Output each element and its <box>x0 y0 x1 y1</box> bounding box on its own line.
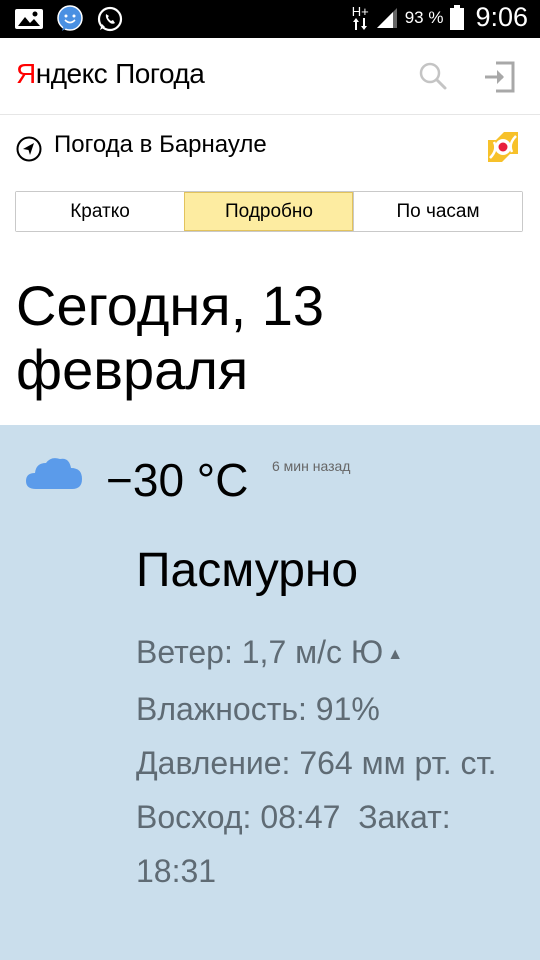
tab-brief[interactable]: Кратко <box>16 192 184 231</box>
app-bar: Яндекс Погода <box>0 38 540 115</box>
sunrise-value: Восход: 08:47 <box>136 798 341 835</box>
location-arrow-icon[interactable] <box>16 136 42 162</box>
signal-icon <box>376 7 397 28</box>
current-weather-panel: −30 °C 6 мин назад Пасмурно Ветер: 1,7 м… <box>0 425 540 960</box>
yandex-weather-logo-icon[interactable] <box>484 128 522 166</box>
current-temperature: −30 °C <box>106 454 249 506</box>
data-arrows-icon <box>353 17 368 30</box>
notification-icons <box>14 5 124 33</box>
logo-first-letter: Я <box>16 58 36 89</box>
pressure-value: Давление: 764 мм рт. ст. <box>136 744 497 781</box>
network-indicator: H+ <box>351 3 369 32</box>
location-label[interactable]: Погода в Барнауле <box>54 131 267 159</box>
wind-value: Ветер: 1,7 м/с Ю <box>136 634 384 670</box>
forecast-tabs: Кратко Подробно По часам <box>15 191 523 232</box>
weather-details: Ветер: 1,7 м/с Ю ▲ Влажность: 91% Давлени… <box>136 625 526 898</box>
search-icon[interactable] <box>418 61 448 91</box>
battery-percent: 93 % <box>404 7 444 27</box>
wind-line: Ветер: 1,7 м/с Ю ▲ <box>136 625 526 682</box>
system-indicators: H+ 93 % 9:06 <box>352 2 528 33</box>
date-heading: Сегодня, 13 февраля <box>16 274 325 401</box>
tab-detailed[interactable]: Подробно <box>184 192 353 231</box>
logo-rest: ндекс <box>35 58 108 89</box>
status-bar: H+ 93 % 9:06 <box>0 0 540 38</box>
whatsapp-icon <box>97 6 123 32</box>
battery-icon <box>450 4 465 30</box>
gallery-icon <box>15 9 43 29</box>
updated-time: 6 мин назад <box>272 458 351 474</box>
login-icon[interactable] <box>482 60 516 94</box>
sun-times: Восход: 08:47 Закат: 18:31 <box>136 790 526 898</box>
cloud-icon <box>26 458 82 489</box>
chat-icon <box>57 5 83 31</box>
location-row: Погода в Барнауле <box>0 114 540 182</box>
wind-direction-icon: ▲ <box>387 645 404 663</box>
weather-condition: Пасмурно <box>136 544 359 597</box>
tab-hourly[interactable]: По часам <box>353 192 522 231</box>
logo-product: Погода <box>115 58 205 89</box>
yandex-weather-logo[interactable]: Яндекс Погода <box>16 58 205 90</box>
humidity-value: Влажность: 91% <box>136 690 380 727</box>
network-type: H+ <box>351 3 369 19</box>
clock: 9:06 <box>475 2 528 32</box>
